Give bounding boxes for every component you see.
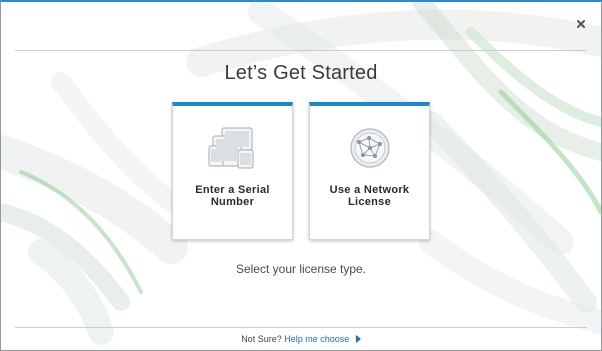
background-artwork: [1, 2, 601, 345]
footer: Not Sure? Help me choose: [1, 334, 601, 344]
dialog-title: Let’s Get Started: [224, 62, 378, 84]
close-icon: [577, 20, 585, 28]
header-divider: [15, 50, 587, 51]
serial-number-label: Enter a Serial Number: [195, 184, 270, 208]
devices-icon: [173, 126, 292, 172]
network-globe-icon: [310, 126, 429, 172]
network-license-option[interactable]: Use a Network License: [309, 102, 430, 240]
serial-number-option[interactable]: Enter a Serial Number: [172, 102, 293, 240]
network-license-label: Use a Network License: [329, 184, 410, 208]
license-dialog: Let’s Get Started Enter a Serial Number: [0, 0, 602, 351]
footer-divider: [15, 327, 587, 328]
close-button[interactable]: [575, 18, 587, 30]
play-arrow-icon[interactable]: [355, 335, 361, 343]
help-me-choose-link[interactable]: Help me choose: [284, 334, 349, 344]
not-sure-text: Not Sure?: [241, 334, 282, 344]
dialog-subtitle: Select your license type.: [235, 262, 367, 276]
